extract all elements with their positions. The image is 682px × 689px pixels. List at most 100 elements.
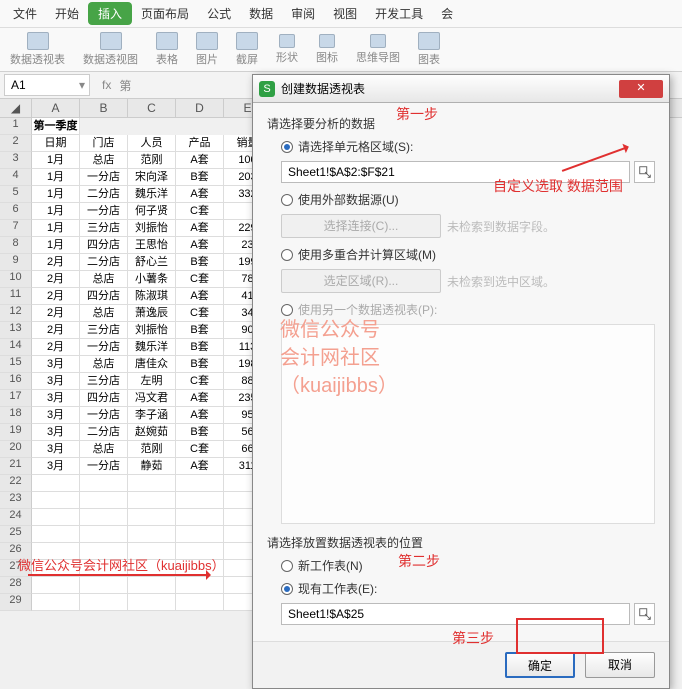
cell[interactable]: 舒心兰 bbox=[128, 254, 176, 271]
cell[interactable]: 陈淑琪 bbox=[128, 288, 176, 305]
cell[interactable] bbox=[80, 577, 128, 594]
tab-layout[interactable]: 页面布局 bbox=[132, 1, 198, 26]
row-header[interactable]: 17 bbox=[0, 390, 32, 407]
cell[interactable]: 1月 bbox=[32, 152, 80, 169]
cell[interactable]: 四分店 bbox=[80, 288, 128, 305]
row-header[interactable]: 10 bbox=[0, 271, 32, 288]
cell[interactable] bbox=[32, 475, 80, 492]
cell[interactable] bbox=[80, 594, 128, 611]
cell[interactable]: 3月 bbox=[32, 390, 80, 407]
rib-picture[interactable]: 图片 bbox=[196, 32, 218, 67]
tab-home[interactable]: 开始 bbox=[46, 1, 88, 26]
row-header[interactable]: 24 bbox=[0, 509, 32, 526]
cell[interactable] bbox=[128, 492, 176, 509]
row-header[interactable]: 20 bbox=[0, 441, 32, 458]
chevron-down-icon[interactable]: ▾ bbox=[75, 78, 89, 92]
row-header[interactable]: 2 bbox=[0, 135, 32, 152]
cell[interactable]: 何子贤 bbox=[128, 203, 176, 220]
col-B[interactable]: B bbox=[80, 99, 128, 117]
close-icon[interactable]: ✕ bbox=[619, 80, 663, 98]
cell[interactable] bbox=[80, 509, 128, 526]
cell[interactable] bbox=[128, 526, 176, 543]
cancel-button[interactable]: 取消 bbox=[585, 652, 655, 678]
cell[interactable]: 产品 bbox=[176, 135, 224, 152]
rib-screenshot[interactable]: 截屏 bbox=[236, 32, 258, 67]
cell[interactable]: 2月 bbox=[32, 288, 80, 305]
opt-new-sheet[interactable]: 新工作表(N) bbox=[281, 557, 655, 574]
cell[interactable]: 四分店 bbox=[80, 390, 128, 407]
cell[interactable]: 魏乐洋 bbox=[128, 186, 176, 203]
cell[interactable]: 一分店 bbox=[80, 169, 128, 186]
cell[interactable]: 小薯条 bbox=[128, 271, 176, 288]
cell[interactable]: 日期 bbox=[32, 135, 80, 152]
cell[interactable] bbox=[176, 594, 224, 611]
cell[interactable]: 总店 bbox=[80, 356, 128, 373]
cell[interactable]: 2月 bbox=[32, 322, 80, 339]
cell[interactable]: C套 bbox=[176, 373, 224, 390]
row-header[interactable]: 3 bbox=[0, 152, 32, 169]
cell[interactable]: B套 bbox=[176, 254, 224, 271]
cell[interactable]: 魏乐洋 bbox=[128, 339, 176, 356]
row-header[interactable]: 28 bbox=[0, 577, 32, 594]
radio-multi[interactable] bbox=[281, 249, 293, 261]
cell[interactable] bbox=[176, 475, 224, 492]
cell[interactable]: 李子涵 bbox=[128, 407, 176, 424]
col-D[interactable]: D bbox=[176, 99, 224, 117]
radio-new-sheet[interactable] bbox=[281, 560, 293, 572]
row-header[interactable]: 9 bbox=[0, 254, 32, 271]
cell[interactable]: B套 bbox=[176, 322, 224, 339]
cell[interactable]: 1月 bbox=[32, 203, 80, 220]
row-header[interactable]: 25 bbox=[0, 526, 32, 543]
cell[interactable]: 一分店 bbox=[80, 458, 128, 475]
name-box-input[interactable] bbox=[5, 76, 75, 94]
row-header[interactable]: 13 bbox=[0, 322, 32, 339]
cell[interactable]: 2月 bbox=[32, 271, 80, 288]
col-A[interactable]: A bbox=[32, 99, 80, 117]
cell[interactable]: A套 bbox=[176, 152, 224, 169]
cell[interactable]: 三分店 bbox=[80, 373, 128, 390]
cell[interactable]: B套 bbox=[176, 339, 224, 356]
cell[interactable]: A套 bbox=[176, 288, 224, 305]
row-header[interactable]: 19 bbox=[0, 424, 32, 441]
cell[interactable]: 王思怡 bbox=[128, 237, 176, 254]
location-picker-icon[interactable] bbox=[634, 603, 655, 625]
tab-review[interactable]: 审阅 bbox=[282, 1, 324, 26]
cell[interactable]: 3月 bbox=[32, 458, 80, 475]
cell[interactable]: 二分店 bbox=[80, 186, 128, 203]
cell[interactable]: 2月 bbox=[32, 305, 80, 322]
cell[interactable]: 人员 bbox=[128, 135, 176, 152]
cell[interactable] bbox=[176, 509, 224, 526]
cell[interactable]: B套 bbox=[176, 356, 224, 373]
cell[interactable]: A套 bbox=[176, 407, 224, 424]
rib-table[interactable]: 表格 bbox=[156, 32, 178, 67]
rib-pivot-table[interactable]: 数据透视表 bbox=[10, 32, 65, 67]
opt-cell-range[interactable]: 请选择单元格区域(S): bbox=[281, 138, 655, 155]
cell[interactable]: 总店 bbox=[80, 152, 128, 169]
tab-file[interactable]: 文件 bbox=[4, 1, 46, 26]
cell[interactable]: 一分店 bbox=[80, 339, 128, 356]
rib-shapes[interactable]: 形状 bbox=[276, 34, 298, 65]
cell[interactable]: 2月 bbox=[32, 254, 80, 271]
cell[interactable]: 唐佳众 bbox=[128, 356, 176, 373]
cell[interactable]: 静茹 bbox=[128, 458, 176, 475]
row-header[interactable]: 6 bbox=[0, 203, 32, 220]
cell[interactable] bbox=[80, 492, 128, 509]
cell[interactable]: 2月 bbox=[32, 339, 80, 356]
cell[interactable] bbox=[32, 526, 80, 543]
row-header[interactable]: 23 bbox=[0, 492, 32, 509]
row-header[interactable]: 22 bbox=[0, 475, 32, 492]
cell[interactable] bbox=[32, 509, 80, 526]
cell[interactable]: 1月 bbox=[32, 220, 80, 237]
cell[interactable]: 刘振怡 bbox=[128, 322, 176, 339]
opt-multi[interactable]: 使用多重合并计算区域(M) bbox=[281, 246, 655, 263]
cell[interactable] bbox=[128, 577, 176, 594]
cell[interactable]: 总店 bbox=[80, 305, 128, 322]
cell[interactable]: C套 bbox=[176, 271, 224, 288]
cell[interactable]: 二分店 bbox=[80, 254, 128, 271]
dialog-titlebar[interactable]: S 创建数据透视表 ✕ bbox=[253, 75, 669, 103]
cell[interactable]: A套 bbox=[176, 220, 224, 237]
cell[interactable] bbox=[128, 509, 176, 526]
cell[interactable]: 赵婉茹 bbox=[128, 424, 176, 441]
select-all-corner[interactable]: ◢ bbox=[0, 99, 32, 117]
ok-button[interactable]: 确定 bbox=[505, 652, 575, 678]
